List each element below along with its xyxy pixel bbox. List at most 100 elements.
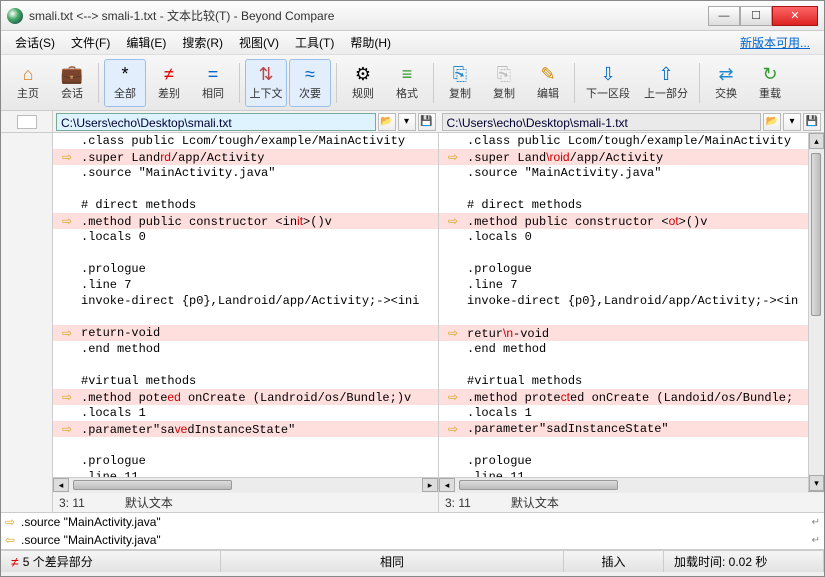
- left-dropdown-button[interactable]: ▾: [398, 113, 416, 131]
- edit-button[interactable]: ✎编辑: [527, 59, 569, 107]
- scroll-track[interactable]: [69, 478, 422, 493]
- left-save-button[interactable]: 💾: [418, 113, 436, 131]
- right-h-scroll[interactable]: ◂ ▸: [439, 477, 824, 493]
- scroll-thumb[interactable]: [811, 153, 821, 316]
- same-button[interactable]: =相同: [192, 59, 234, 107]
- right-browse-button[interactable]: 📂: [763, 113, 781, 131]
- code-line[interactable]: [439, 437, 824, 453]
- code-line[interactable]: [53, 357, 438, 373]
- code-line[interactable]: [53, 437, 438, 453]
- code-line[interactable]: .source "MainActivity.java": [439, 165, 824, 181]
- right-dropdown-button[interactable]: ▾: [783, 113, 801, 131]
- menu-edit[interactable]: 编辑(E): [118, 34, 174, 51]
- context-button[interactable]: ⇅上下文: [245, 59, 287, 107]
- left-path-input[interactable]: C:\Users\echo\Desktop\smali.txt: [56, 113, 376, 131]
- swap-icon: ⇄: [718, 65, 733, 83]
- menu-search[interactable]: 搜索(R): [174, 34, 231, 51]
- scroll-track[interactable]: [455, 478, 808, 493]
- code-line[interactable]: ⇨.super Land\roid/app/Activity: [439, 149, 824, 165]
- code-line[interactable]: ⇨.parameter"sadInstanceState": [439, 421, 824, 437]
- code-line[interactable]: #virtual methods: [53, 373, 438, 389]
- menu-file[interactable]: 文件(F): [63, 34, 118, 51]
- code-line[interactable]: .class public Lcom/tough/example/MainAct…: [439, 133, 824, 149]
- code-text: .super Landrd/app/Activity: [81, 149, 438, 165]
- swap-button[interactable]: ⇄交换: [705, 59, 747, 107]
- code-line[interactable]: .prologue: [53, 261, 438, 277]
- left-code-area[interactable]: .class public Lcom/tough/example/MainAct…: [53, 133, 438, 477]
- scroll-down-button[interactable]: ▾: [809, 475, 824, 491]
- code-line[interactable]: [53, 309, 438, 325]
- reload-button[interactable]: ↻重载: [749, 59, 791, 107]
- scroll-track[interactable]: [809, 149, 824, 475]
- code-line[interactable]: # direct methods: [53, 197, 438, 213]
- code-line[interactable]: # direct methods: [439, 197, 824, 213]
- scroll-thumb[interactable]: [73, 480, 232, 490]
- right-save-button[interactable]: 💾: [803, 113, 821, 131]
- overview-strip[interactable]: [1, 133, 53, 493]
- menu-session[interactable]: 会话(S): [7, 34, 63, 51]
- code-line[interactable]: [439, 181, 824, 197]
- scroll-left-button[interactable]: ◂: [439, 478, 455, 492]
- close-button[interactable]: ✕: [772, 6, 818, 26]
- code-line[interactable]: invoke-direct {p0},Landroid/app/Activity…: [439, 293, 824, 309]
- scroll-right-button[interactable]: ▸: [422, 478, 438, 492]
- code-line[interactable]: .line 7: [439, 277, 824, 293]
- overview-handle[interactable]: [1, 111, 53, 132]
- menu-help[interactable]: 帮助(H): [342, 34, 399, 51]
- left-browse-button[interactable]: 📂: [378, 113, 396, 131]
- code-line[interactable]: ⇨.method public constructor <init>()v: [53, 213, 438, 229]
- code-line[interactable]: .end method: [53, 341, 438, 357]
- code-line[interactable]: ⇨.method protected onCreate (Landoid/os/…: [439, 389, 824, 405]
- scroll-up-button[interactable]: ▴: [809, 133, 824, 149]
- code-line[interactable]: #virtual methods: [439, 373, 824, 389]
- code-line[interactable]: .prologue: [439, 261, 824, 277]
- code-line[interactable]: ⇨return-void: [53, 325, 438, 341]
- prev-section-button[interactable]: ⇧上一部分: [638, 59, 694, 107]
- code-line[interactable]: .class public Lcom/tough/example/MainAct…: [53, 133, 438, 149]
- code-line[interactable]: .locals 0: [439, 229, 824, 245]
- code-line[interactable]: [439, 309, 824, 325]
- code-line[interactable]: .prologue: [53, 453, 438, 469]
- code-line[interactable]: .prologue: [439, 453, 824, 469]
- diff-button[interactable]: ≠差别: [148, 59, 190, 107]
- minor-button[interactable]: ≈次要: [289, 59, 331, 107]
- code-line[interactable]: ⇨.super Landrd/app/Activity: [53, 149, 438, 165]
- all-button[interactable]: *全部: [104, 59, 146, 107]
- scroll-thumb[interactable]: [459, 480, 618, 490]
- code-line[interactable]: ⇨.parameter"savedInstanceState": [53, 421, 438, 437]
- menu-view[interactable]: 视图(V): [231, 34, 287, 51]
- format-button[interactable]: ≡格式: [386, 59, 428, 107]
- code-line[interactable]: .line 11: [53, 469, 438, 477]
- code-line[interactable]: invoke-direct {p0},Landroid/app/Activity…: [53, 293, 438, 309]
- code-line[interactable]: ⇨.method public constructor <ot>()v: [439, 213, 824, 229]
- code-line[interactable]: .locals 0: [53, 229, 438, 245]
- update-link[interactable]: 新版本可用...: [732, 34, 818, 51]
- minimize-button[interactable]: —: [708, 6, 740, 26]
- code-line[interactable]: .end method: [439, 341, 824, 357]
- code-line[interactable]: [439, 245, 824, 261]
- scroll-left-button[interactable]: ◂: [53, 478, 69, 492]
- session-button[interactable]: 💼会话: [51, 59, 93, 107]
- code-line[interactable]: [53, 181, 438, 197]
- code-line[interactable]: .source "MainActivity.java": [53, 165, 438, 181]
- code-line[interactable]: [439, 357, 824, 373]
- home-button[interactable]: ⌂主页: [7, 59, 49, 107]
- v-scrollbar[interactable]: ▴ ▾: [808, 133, 824, 491]
- code-line[interactable]: .locals 1: [439, 405, 824, 421]
- code-line[interactable]: .line 7: [53, 277, 438, 293]
- code-line[interactable]: ⇨.method poteed onCreate (Landroid/os/Bu…: [53, 389, 438, 405]
- right-code-area[interactable]: .class public Lcom/tough/example/MainAct…: [439, 133, 824, 477]
- copy-right-button[interactable]: ⎘复制: [483, 59, 525, 107]
- maximize-button[interactable]: ☐: [740, 6, 772, 26]
- right-path-input[interactable]: C:\Users\echo\Desktop\smali-1.txt: [442, 113, 762, 131]
- next-section-button[interactable]: ⇩下一区段: [580, 59, 636, 107]
- code-line[interactable]: [53, 245, 438, 261]
- diff-arrow-icon: [439, 229, 467, 245]
- code-line[interactable]: .locals 1: [53, 405, 438, 421]
- rules-button[interactable]: ⚙规则: [342, 59, 384, 107]
- copy-left-button[interactable]: ⎘复制: [439, 59, 481, 107]
- code-line[interactable]: ⇨retur\n-void: [439, 325, 824, 341]
- code-line[interactable]: .line 11: [439, 469, 824, 477]
- left-h-scroll[interactable]: ◂ ▸: [53, 477, 438, 493]
- menu-tools[interactable]: 工具(T): [287, 34, 342, 51]
